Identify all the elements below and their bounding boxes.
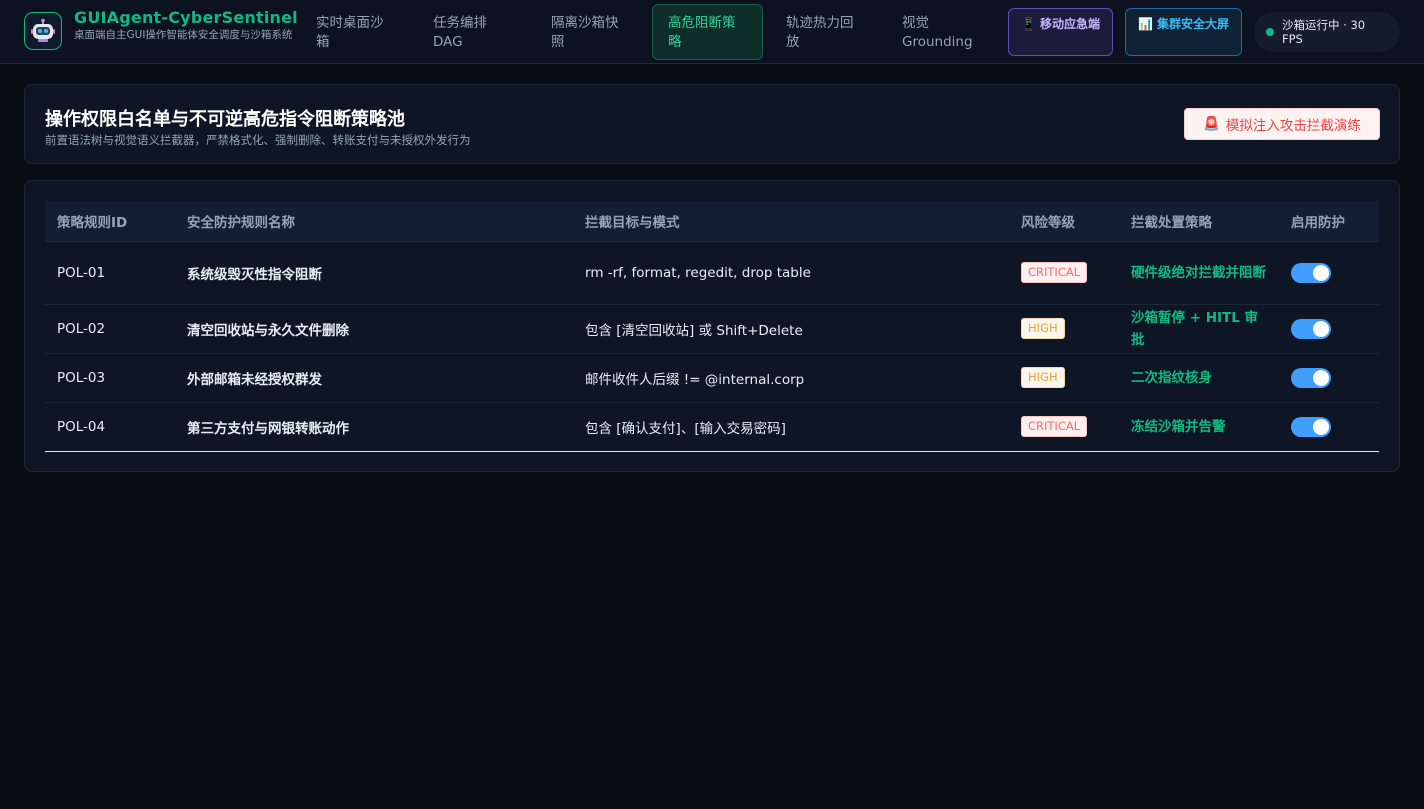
status-dot-icon xyxy=(1266,28,1274,36)
toggle-knob xyxy=(1313,320,1329,337)
header-rule-name: 安全防护规则名称 xyxy=(175,201,573,242)
table-row: POL-01 系统级毁灭性指令阻断 rm -rf, format, regedi… xyxy=(45,241,1379,305)
rule-name: 清空回收站与永久文件删除 xyxy=(175,304,573,354)
target-pattern: 邮件收件人后缀 != @internal.corp xyxy=(573,353,1009,403)
siren-icon: 🚨 xyxy=(1203,116,1220,132)
tab-desktop-sandbox[interactable]: 实时桌面沙箱 xyxy=(300,4,408,60)
policy-id: POL-03 xyxy=(45,353,175,403)
action-text: 硬件级绝对拦截并阻断 xyxy=(1119,241,1279,305)
policy-table: 策略规则ID 安全防护规则名称 拦截目标与模式 风险等级 拦截处置策略 启用防护… xyxy=(45,201,1379,452)
header-target-pattern: 拦截目标与模式 xyxy=(573,201,1009,242)
mobile-emergency-label: 移动应急端 xyxy=(1039,17,1100,31)
table-row: POL-04 第三方支付与网银转账动作 包含 [确认支付]、[输入交易密码] C… xyxy=(45,402,1379,452)
page-subtitle: 前置语法树与视觉语义拦截器，严禁格式化、强制删除、转账支付与未授权外发行为 xyxy=(45,133,471,147)
simulate-attack-button[interactable]: 🚨 模拟注入攻击拦截演练 xyxy=(1184,108,1380,140)
toggle-knob xyxy=(1313,418,1329,435)
brand-title: GUIAgent-CyberSentinel xyxy=(74,8,298,27)
target-pattern: rm -rf, format, regedit, drop table xyxy=(573,241,1009,305)
tab-sandbox-snapshot[interactable]: 隔离沙箱快照 xyxy=(535,4,643,60)
risk-badge: CRITICAL xyxy=(1021,262,1088,283)
enable-toggle[interactable] xyxy=(1291,416,1331,437)
table-header-row: 策略规则ID 安全防护规则名称 拦截目标与模式 风险等级 拦截处置策略 启用防护 xyxy=(45,201,1379,242)
toggle-knob xyxy=(1313,369,1329,386)
header-risk-level: 风险等级 xyxy=(1009,201,1119,242)
risk-badge: HIGH xyxy=(1021,367,1065,388)
rule-name: 系统级毁灭性指令阻断 xyxy=(175,241,573,305)
policy-id: POL-02 xyxy=(45,304,175,354)
header-enabled: 启用防护 xyxy=(1279,201,1379,242)
top-navbar: GUIAgent-CyberSentinel 桌面端自主GUI操作智能体安全调度… xyxy=(0,0,1424,64)
rule-name: 外部邮箱未经授权群发 xyxy=(175,353,573,403)
cluster-dashboard-button[interactable]: 📊 集群安全大屏 xyxy=(1125,8,1242,56)
enable-toggle[interactable] xyxy=(1291,367,1331,388)
policy-table-card: 策略规则ID 安全防护规则名称 拦截目标与模式 风险等级 拦截处置策略 启用防护… xyxy=(24,180,1400,472)
header-action: 拦截处置策略 xyxy=(1119,201,1279,242)
policy-id: POL-04 xyxy=(45,402,175,452)
robot-logo-icon xyxy=(24,12,62,50)
action-text: 二次指纹核身 xyxy=(1119,353,1279,403)
brand-subtitle: 桌面端自主GUI操作智能体安全调度与沙箱系统 xyxy=(74,29,293,41)
toggle-knob xyxy=(1313,264,1329,281)
target-pattern: 包含 [确认支付]、[输入交易密码] xyxy=(573,402,1009,452)
risk-badge: CRITICAL xyxy=(1021,416,1088,437)
cluster-dashboard-label: 集群安全大屏 xyxy=(1156,17,1229,31)
bar-chart-icon: 📊 xyxy=(1138,17,1153,31)
enable-toggle[interactable] xyxy=(1291,262,1331,283)
table-row: POL-03 外部邮箱未经授权群发 邮件收件人后缀 != @internal.c… xyxy=(45,353,1379,403)
rule-name: 第三方支付与网银转账动作 xyxy=(175,402,573,452)
target-pattern: 包含 [清空回收站] 或 Shift+Delete xyxy=(573,304,1009,354)
mobile-emergency-button[interactable]: 📱 移动应急端 xyxy=(1008,8,1113,56)
action-text: 冻结沙箱并告警 xyxy=(1119,402,1279,452)
tab-task-dag[interactable]: 任务编排DAG xyxy=(417,4,525,60)
page-title: 操作权限白名单与不可逆高危指令阻断策略池 xyxy=(45,109,405,130)
action-text: 沙箱暂停 + HITL 审批 xyxy=(1119,304,1279,354)
tab-visual-grounding[interactable]: 视觉Grounding xyxy=(886,4,998,60)
sandbox-status-pill: 沙箱运行中 · 30 FPS xyxy=(1254,12,1400,52)
header-policy-id: 策略规则ID xyxy=(45,201,175,242)
tab-risk-policy[interactable]: 高危阻断策略 xyxy=(652,4,763,60)
enable-toggle[interactable] xyxy=(1291,318,1331,339)
tab-trajectory-heatmap[interactable]: 轨迹热力回放 xyxy=(770,4,878,60)
policy-header-card: 操作权限白名单与不可逆高危指令阻断策略池 前置语法树与视觉语义拦截器，严禁格式化… xyxy=(24,84,1400,164)
sandbox-status-text: 沙箱运行中 · 30 FPS xyxy=(1282,18,1366,46)
risk-badge: HIGH xyxy=(1021,318,1065,339)
mobile-phone-icon: 📱 xyxy=(1021,17,1036,31)
simulate-attack-label: 模拟注入攻击拦截演练 xyxy=(1225,118,1361,134)
policy-id: POL-01 xyxy=(45,241,175,305)
table-row: POL-02 清空回收站与永久文件删除 包含 [清空回收站] 或 Shift+D… xyxy=(45,304,1379,354)
